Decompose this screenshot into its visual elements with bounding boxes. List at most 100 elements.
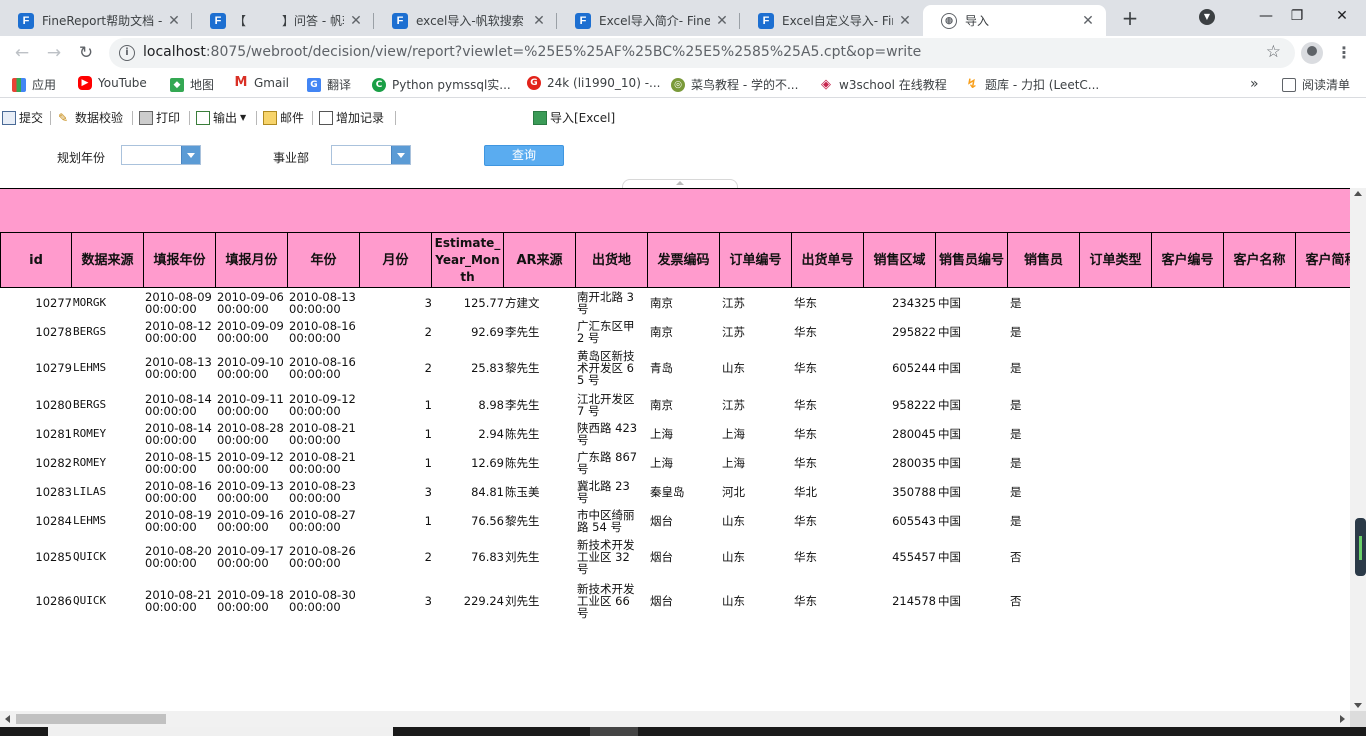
cell-country[interactable]: 中国 xyxy=(938,486,1010,498)
cell-address[interactable]: 南开北路 3 号 xyxy=(577,291,639,315)
profile-avatar[interactable] xyxy=(1301,42,1323,64)
cell-id[interactable]: 10286 xyxy=(0,595,72,607)
cell-estimate[interactable]: 12.69 xyxy=(432,457,504,469)
cell-id[interactable]: 10280 xyxy=(0,399,72,411)
cell-date[interactable]: 2010-08-16 00:00:00 xyxy=(289,356,359,380)
bookmark-runoob[interactable]: ◎ 菜鸟教程 - 学的不... xyxy=(671,76,798,93)
cell-source[interactable]: BERGS xyxy=(73,398,145,411)
new-tab-button[interactable]: + xyxy=(1118,7,1142,31)
cell-date[interactable]: 2010-08-23 00:00:00 xyxy=(289,480,359,504)
cell-month[interactable]: 3 xyxy=(360,595,432,607)
scroll-right-icon[interactable] xyxy=(1340,715,1345,723)
submit-button[interactable]: 提交 xyxy=(2,109,43,126)
omnibox[interactable]: i localhost:8075/webroot/decision/view/r… xyxy=(109,38,1295,68)
cell-date[interactable]: 2010-08-27 00:00:00 xyxy=(289,509,359,533)
cell-estimate[interactable]: 125.77 xyxy=(432,297,504,309)
cell-province[interactable]: 江苏 xyxy=(722,326,794,338)
cell-date[interactable]: 2010-08-21 00:00:00 xyxy=(289,451,359,475)
minimize-button[interactable]: — xyxy=(1251,4,1281,28)
cell-country[interactable]: 中国 xyxy=(938,297,1010,309)
cell-region[interactable]: 华东 xyxy=(794,326,866,338)
cell-month[interactable]: 1 xyxy=(360,399,432,411)
cell-date[interactable]: 2010-09-18 00:00:00 xyxy=(217,589,287,613)
query-button[interactable]: 查询 xyxy=(484,145,564,166)
cell-estimate[interactable]: 2.94 xyxy=(432,428,504,440)
cell-country[interactable]: 中国 xyxy=(938,457,1010,469)
cell-estimate[interactable]: 25.83 xyxy=(432,362,504,374)
cell-code[interactable]: 958222 xyxy=(866,399,936,411)
cell-city[interactable]: 烟台 xyxy=(650,515,722,527)
cell-country[interactable]: 中国 xyxy=(938,362,1010,374)
bookmark-apps[interactable]: 应用 xyxy=(12,76,56,93)
cell-ar-source[interactable]: 陈先生 xyxy=(505,457,577,469)
cell-city[interactable]: 南京 xyxy=(650,326,722,338)
cell-source[interactable]: LILAS xyxy=(73,485,145,498)
cell-date[interactable]: 2010-08-13 00:00:00 xyxy=(145,356,215,380)
cell-code[interactable]: 214578 xyxy=(866,595,936,607)
cell-flag[interactable]: 是 xyxy=(1010,486,1082,498)
cell-flag[interactable]: 否 xyxy=(1010,595,1082,607)
cell-region[interactable]: 华东 xyxy=(794,515,866,527)
bookmark-translate[interactable]: G 翻译 xyxy=(307,76,351,93)
cell-ar-source[interactable]: 刘先生 xyxy=(505,595,577,607)
cell-city[interactable]: 秦皇岛 xyxy=(650,486,722,498)
cell-source[interactable]: ROMEY xyxy=(73,456,145,469)
cell-date[interactable]: 2010-09-11 00:00:00 xyxy=(217,393,287,417)
side-widget[interactable] xyxy=(1355,518,1366,576)
cell-province[interactable]: 河北 xyxy=(722,486,794,498)
cell-date[interactable]: 2010-08-26 00:00:00 xyxy=(289,545,359,569)
cell-province[interactable]: 山东 xyxy=(722,515,794,527)
cell-date[interactable]: 2010-08-19 00:00:00 xyxy=(145,509,215,533)
cell-date[interactable]: 2010-08-14 00:00:00 xyxy=(145,393,215,417)
close-window-button[interactable]: ✕ xyxy=(1327,4,1357,28)
cell-month[interactable]: 1 xyxy=(360,515,432,527)
scrollbar-thumb[interactable] xyxy=(16,714,166,724)
cell-code[interactable]: 280045 xyxy=(866,428,936,440)
cell-flag[interactable]: 是 xyxy=(1010,515,1082,527)
cell-date[interactable]: 2010-08-12 00:00:00 xyxy=(145,320,215,344)
bookmark-gmail[interactable]: M Gmail xyxy=(234,76,289,90)
tab-close-icon[interactable]: ✕ xyxy=(348,13,364,29)
tab-close-icon[interactable]: ✕ xyxy=(1080,13,1096,29)
cell-id[interactable]: 10279 xyxy=(0,362,72,374)
cell-province[interactable]: 江苏 xyxy=(722,297,794,309)
cell-country[interactable]: 中国 xyxy=(938,399,1010,411)
bookmark-w3school[interactable]: ◈ w3school 在线教程 xyxy=(819,76,947,93)
forward-button[interactable]: → xyxy=(41,40,67,66)
cell-id[interactable]: 10283 xyxy=(0,486,72,498)
browser-tab[interactable]: F FineReport帮助文档 - ✕ xyxy=(0,5,192,36)
cell-country[interactable]: 中国 xyxy=(938,326,1010,338)
scroll-left-icon[interactable] xyxy=(5,715,10,723)
cell-source[interactable]: LEHMS xyxy=(73,362,145,374)
cell-date[interactable]: 2010-08-09 00:00:00 xyxy=(145,291,215,315)
tab-close-icon[interactable]: ✕ xyxy=(897,13,913,29)
cell-estimate[interactable]: 229.24 xyxy=(432,595,504,607)
cell-address[interactable]: 广汇东区甲 2 号 xyxy=(577,320,639,344)
cell-ar-source[interactable]: 陈先生 xyxy=(505,428,577,440)
bookmark-star-icon[interactable]: ☆ xyxy=(1266,42,1281,62)
cell-month[interactable]: 1 xyxy=(360,428,432,440)
cell-date[interactable]: 2010-09-16 00:00:00 xyxy=(217,509,287,533)
cell-date[interactable]: 2010-08-13 00:00:00 xyxy=(289,291,359,315)
cell-ar-source[interactable]: 黎先生 xyxy=(505,515,577,527)
cell-city[interactable]: 烟台 xyxy=(650,551,722,563)
cell-source[interactable]: BERGS xyxy=(73,325,145,338)
cell-date[interactable]: 2010-08-30 00:00:00 xyxy=(289,589,359,613)
tab-close-icon[interactable]: ✕ xyxy=(531,13,547,29)
cell-month[interactable]: 3 xyxy=(360,297,432,309)
cell-address[interactable]: 冀北路 23 号 xyxy=(577,480,639,504)
cell-code[interactable]: 605543 xyxy=(866,515,936,527)
cell-region[interactable]: 华北 xyxy=(794,486,866,498)
vertical-scrollbar[interactable] xyxy=(1350,188,1366,711)
cell-month[interactable]: 2 xyxy=(360,362,432,374)
horizontal-scrollbar[interactable] xyxy=(0,711,1350,727)
cell-id[interactable]: 10277 xyxy=(0,297,72,309)
cell-province[interactable]: 山东 xyxy=(722,551,794,563)
cell-source[interactable]: MORGK xyxy=(73,296,145,309)
cell-date[interactable]: 2010-08-15 00:00:00 xyxy=(145,451,215,475)
cell-region[interactable]: 华东 xyxy=(794,399,866,411)
maximize-button[interactable]: ❐ xyxy=(1282,4,1312,28)
cell-address[interactable]: 新技术开发工业区 66 号 xyxy=(577,583,639,619)
cell-id[interactable]: 10285 xyxy=(0,551,72,563)
cell-estimate[interactable]: 76.83 xyxy=(432,551,504,563)
